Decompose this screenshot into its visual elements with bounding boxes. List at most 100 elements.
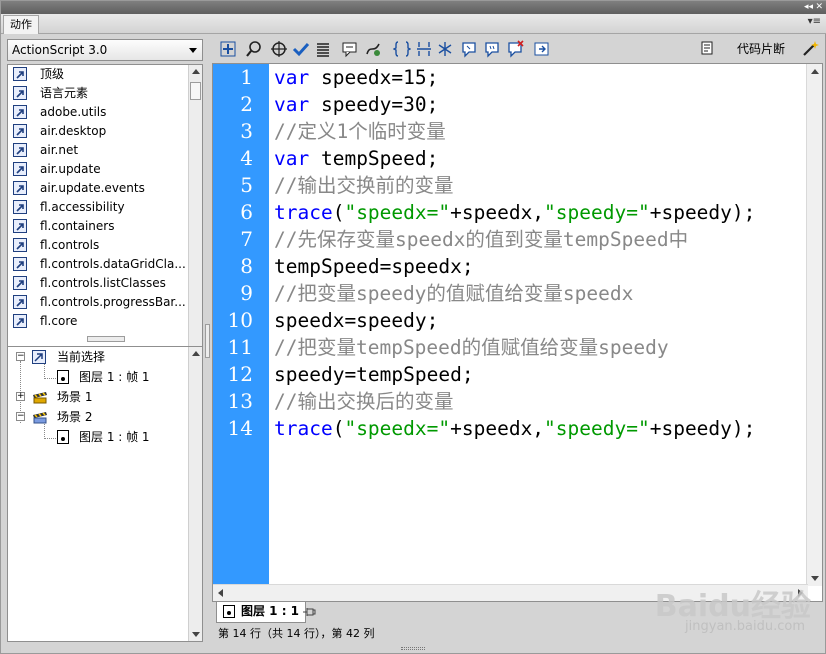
tree-node-scene-2[interactable]: − 场景 2 xyxy=(8,407,198,427)
frame-icon xyxy=(223,605,235,618)
list-item[interactable]: fl.core xyxy=(8,312,202,331)
code-line[interactable]: speedy=tempSpeed; xyxy=(274,361,474,388)
list-item[interactable]: 顶级 xyxy=(8,65,202,84)
apply-line-comment-icon[interactable] xyxy=(483,40,501,58)
language-select[interactable]: ActionScript 3.0 xyxy=(7,39,203,61)
scroll-left-icon[interactable] xyxy=(218,589,223,597)
scroll-thumb[interactable] xyxy=(190,82,201,100)
collapse-icon[interactable]: − xyxy=(16,352,25,361)
collapse-selection-icon[interactable] xyxy=(415,40,433,58)
language-select-value: ActionScript 3.0 xyxy=(12,43,108,57)
editor-vertical-scrollbar[interactable] xyxy=(806,64,822,586)
panel-menu-icon[interactable]: ▾≡ xyxy=(808,16,821,27)
scroll-down-icon[interactable] xyxy=(811,576,819,581)
list-item-label: fl.controls.listClasses xyxy=(40,276,166,290)
line-number: 7 xyxy=(240,227,253,251)
vertical-splitter[interactable] xyxy=(204,39,211,644)
expand-icon[interactable]: + xyxy=(16,392,25,401)
list-item[interactable]: fl.controls.progressBar... xyxy=(8,293,202,312)
code-line[interactable]: trace("speedx="+speedx,"speedy="+speedy)… xyxy=(274,415,755,442)
pin-script-icon[interactable] xyxy=(302,606,316,618)
list-item[interactable]: air.update.events xyxy=(8,179,202,198)
list-item[interactable]: air.net xyxy=(8,141,202,160)
list-item[interactable]: air.update xyxy=(8,160,202,179)
code-token: var xyxy=(274,66,310,89)
line-number: 4 xyxy=(240,146,253,170)
remove-comment-icon[interactable] xyxy=(506,40,524,58)
code-token: //先保存变量speedx的值到变量tempSpeed中 xyxy=(274,228,689,251)
code-token: trace xyxy=(274,201,333,224)
tree-node-scene-2-layer[interactable]: 图层 1 : 帧 1 xyxy=(8,427,198,447)
auto-format-icon[interactable] xyxy=(314,40,332,58)
code-line[interactable]: //定义1个临时变量 xyxy=(274,118,446,145)
code-line[interactable]: speedx=speedy; xyxy=(274,307,438,334)
close-icon[interactable]: ✕ xyxy=(815,1,823,13)
code-line[interactable]: //输出交换后的变量 xyxy=(274,388,453,415)
script-editor[interactable]: 1 2 3 4 5 6 7 8 9 10 11 12 13 14 var speedx=15; var sp… xyxy=(212,63,823,602)
splitter-grip[interactable] xyxy=(205,324,210,358)
code-snippets-button[interactable]: 代码片断 xyxy=(737,41,785,57)
code-line[interactable]: var tempSpeed; xyxy=(274,145,438,172)
show-code-hint-icon[interactable] xyxy=(341,40,359,58)
list-item[interactable]: air.desktop xyxy=(8,122,202,141)
scroll-up-icon[interactable] xyxy=(192,351,200,356)
check-syntax-icon[interactable] xyxy=(292,40,310,58)
debug-options-icon[interactable] xyxy=(364,40,382,58)
code-snippets-icon xyxy=(701,41,715,55)
collapse-icon[interactable]: − xyxy=(16,412,25,421)
tab-layer-1-frame-1[interactable]: 图层 1 : 1 xyxy=(216,602,307,623)
expand-all-icon[interactable] xyxy=(436,40,454,58)
scroll-up-icon[interactable] xyxy=(192,69,200,74)
package-list-scrollbar[interactable] xyxy=(188,65,202,370)
insert-target-path-icon[interactable] xyxy=(270,40,288,58)
resize-grip[interactable] xyxy=(401,647,425,650)
horizontal-splitter[interactable] xyxy=(7,334,203,346)
code-token: //定义1个临时变量 xyxy=(274,120,446,143)
scroll-up-icon[interactable] xyxy=(811,69,819,74)
code-line[interactable]: trace("speedx="+speedx,"speedy="+speedy)… xyxy=(274,199,755,226)
code-token: tempSpeed=speedx; xyxy=(274,255,474,278)
actions-panel: ◂◂ ✕ 动作 ▾≡ ActionScript 3.0 顶级 语言元素 adobe.… xyxy=(0,0,826,654)
list-item[interactable]: adobe.utils xyxy=(8,103,202,122)
tree-node-current-selection[interactable]: − 当前选择 xyxy=(8,347,198,367)
scroll-right-icon[interactable] xyxy=(798,589,803,597)
line-number: 1 xyxy=(240,65,253,89)
line-number: 13 xyxy=(227,389,253,413)
line-number: 5 xyxy=(240,173,253,197)
tree-node-scene-1[interactable]: + 场景 1 xyxy=(8,387,198,407)
list-item[interactable]: fl.controls.dataGridCla... xyxy=(8,255,202,274)
package-icon xyxy=(13,276,27,290)
list-item[interactable]: fl.accessibility xyxy=(8,198,202,217)
code-line[interactable]: //先保存变量speedx的值到变量tempSpeed中 xyxy=(274,226,688,253)
scroll-down-icon[interactable] xyxy=(192,632,200,637)
collapse-between-braces-icon[interactable] xyxy=(392,40,412,58)
code-line[interactable]: //输出交换前的变量 xyxy=(274,172,453,199)
collapse-icon[interactable]: ◂◂ xyxy=(804,1,813,13)
code-token: +speedy); xyxy=(649,417,756,440)
tree-label-scene-2-layer: 图层 1 : 帧 1 xyxy=(79,430,150,444)
code-token: "speedy=" xyxy=(544,201,650,224)
apply-block-comment-icon[interactable] xyxy=(460,40,478,58)
package-icon xyxy=(13,238,27,252)
tab-actions[interactable]: 动作 xyxy=(3,15,39,34)
navigator-scrollbar[interactable] xyxy=(188,347,202,641)
splitter-grip[interactable] xyxy=(87,336,125,342)
list-item[interactable]: fl.controls.listClasses xyxy=(8,274,202,293)
list-item[interactable]: fl.containers xyxy=(8,217,202,236)
code-line[interactable]: tempSpeed=speedx; xyxy=(274,253,474,280)
code-line[interactable]: var speedx=15; xyxy=(274,64,438,91)
list-item[interactable]: 语言元素 xyxy=(8,84,202,103)
code-token: trace xyxy=(274,417,333,440)
code-line[interactable]: //把变量tempSpeed的值赋值给变量speedy xyxy=(274,334,669,361)
show-hide-toolbox-icon[interactable] xyxy=(533,40,551,58)
wand-icon[interactable] xyxy=(801,40,819,58)
tree-label-scene-1: 场景 1 xyxy=(57,390,93,404)
find-icon[interactable] xyxy=(245,40,263,58)
panel-title-bar[interactable]: ◂◂ ✕ xyxy=(1,1,826,14)
tree-node-current-layer[interactable]: 图层 1 : 帧 1 xyxy=(8,367,198,387)
code-line[interactable]: var speedy=30; xyxy=(274,91,438,118)
editor-horizontal-scrollbar[interactable] xyxy=(213,584,808,601)
add-statement-icon[interactable] xyxy=(219,40,237,58)
code-line[interactable]: //把变量speedy的值赋值给变量speedx xyxy=(274,280,633,307)
list-item[interactable]: fl.controls xyxy=(8,236,202,255)
